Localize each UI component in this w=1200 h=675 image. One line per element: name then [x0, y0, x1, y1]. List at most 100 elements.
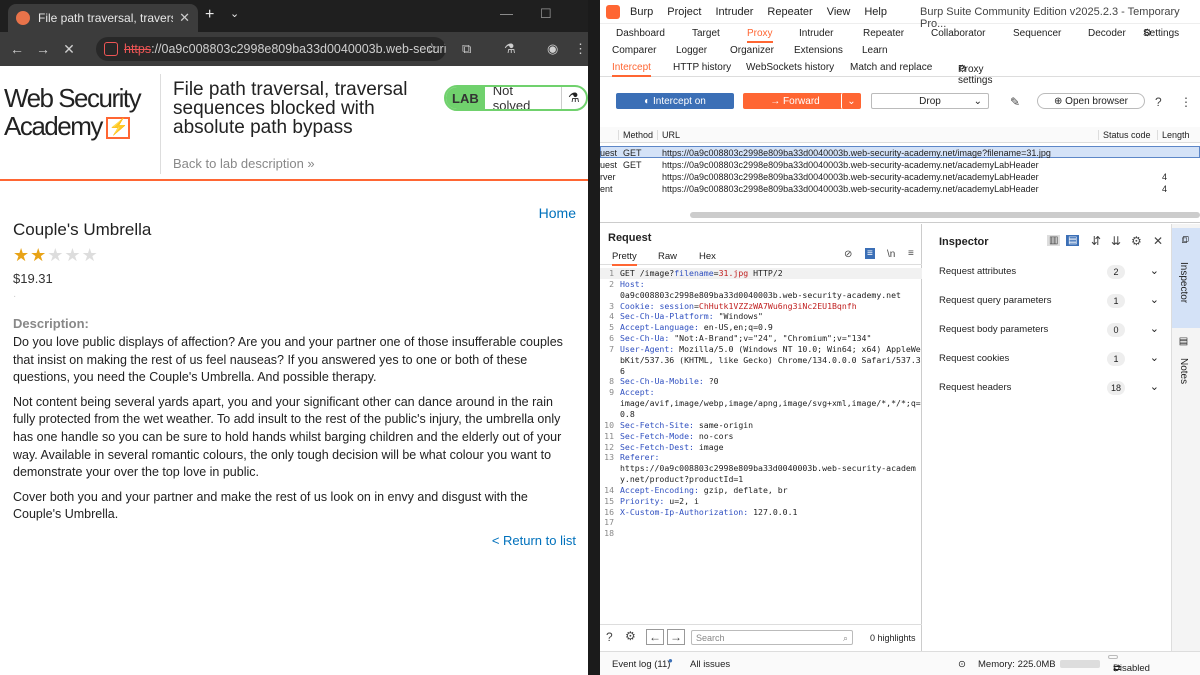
maximize-icon[interactable]: ☐: [540, 6, 552, 22]
col-length[interactable]: Length: [1157, 130, 1190, 140]
menu-view[interactable]: View: [827, 6, 851, 18]
return-to-list-link[interactable]: < Return to list: [492, 533, 576, 548]
tab-proxy[interactable]: Proxy: [747, 28, 773, 43]
disabled-toggle[interactable]: ⇄ Disabled ⌄: [1108, 655, 1150, 674]
tab-raw[interactable]: Raw: [658, 251, 677, 262]
gear-icon[interactable]: ⚙: [625, 629, 636, 643]
subtab-match-replace[interactable]: Match and replace: [850, 62, 932, 73]
tab-pretty[interactable]: Pretty: [612, 251, 637, 266]
side-tab-notes[interactable]: Notes: [1178, 358, 1189, 384]
arrow-left-icon[interactable]: ←: [646, 629, 664, 645]
layout-toggle-active-icon[interactable]: ▤: [1066, 235, 1080, 246]
line-text: Sec-Ch-Ua: "Not:A-Brand";v="24", "Chromi…: [620, 333, 922, 344]
tab-search-icon[interactable]: ⌄: [230, 7, 239, 20]
chevron-down-icon: ⌄: [1149, 265, 1159, 277]
help-icon[interactable]: ?: [1155, 95, 1162, 109]
tab-dashboard[interactable]: Dashboard: [616, 28, 665, 39]
inspector-row[interactable]: Request body parameters 0 ⌄: [939, 323, 1161, 340]
col-url[interactable]: URL: [657, 130, 680, 140]
edit-pencil-icon[interactable]: ✎: [1010, 95, 1020, 109]
intercept-toggle-button[interactable]: ◐ Intercept on: [616, 93, 734, 109]
lab-status: Not solved: [492, 85, 531, 111]
subtab-intercept[interactable]: Intercept: [612, 62, 651, 77]
code-token: Sec-Fetch-Mode:: [620, 430, 694, 441]
stop-loading-icon[interactable]: ✕: [56, 41, 82, 58]
sort-icon[interactable]: ⇵: [1091, 234, 1101, 248]
tab-logger[interactable]: Logger: [676, 45, 707, 56]
event-log-link[interactable]: Event log (11): [612, 659, 670, 670]
close-tab-icon[interactable]: ✕: [179, 10, 190, 26]
col-status-code[interactable]: Status code: [1098, 130, 1151, 140]
line-text: [620, 517, 922, 528]
table-row[interactable]: ent https://0a9c008803c2998e809ba33d0040…: [600, 183, 1200, 195]
new-tab-icon[interactable]: +: [205, 6, 214, 24]
table-row[interactable]: rver https://0a9c008803c2998e809ba33d004…: [600, 171, 1200, 183]
more-options-icon[interactable]: ⋮: [1180, 95, 1192, 109]
line-number: 7: [609, 343, 614, 354]
menu-help[interactable]: Help: [864, 6, 887, 18]
tab-sequencer[interactable]: Sequencer: [1013, 28, 1061, 39]
tab-organizer[interactable]: Organizer: [730, 45, 774, 56]
security-warning-icon[interactable]: [104, 42, 118, 56]
back-to-lab-link[interactable]: Back to lab description »: [173, 156, 315, 171]
inspector-row[interactable]: Request query parameters 1 ⌄: [939, 294, 1161, 311]
menu-intruder[interactable]: Intruder: [716, 6, 754, 18]
profile-icon[interactable]: ◉: [547, 41, 558, 57]
lab-flask-icon[interactable]: ⚗: [504, 41, 516, 57]
back-icon[interactable]: ←: [4, 41, 30, 57]
inspector-row[interactable]: Request attributes 2 ⌄: [939, 265, 1161, 282]
gear-icon[interactable]: ⚙: [1131, 234, 1142, 248]
open-browser-button[interactable]: ⊕ Open browser: [1037, 93, 1145, 109]
line-number: 16: [604, 506, 614, 517]
inspector-row[interactable]: Request cookies 1 ⌄: [939, 352, 1161, 369]
code-token: Sec-Ch-Ua-Platform:: [620, 311, 714, 322]
table-row[interactable]: uest GET https://0a9c008803c2998e809ba33…: [600, 146, 1200, 158]
tab-comparer[interactable]: Comparer: [612, 45, 656, 56]
menu-icon[interactable]: ⋮: [574, 41, 587, 57]
tab-target[interactable]: Target: [692, 28, 720, 39]
address-bar[interactable]: https://0a9c008803c2998e809ba33d0040003b…: [96, 37, 446, 61]
layout-toggle-icon[interactable]: ▥: [1047, 235, 1061, 246]
subtab-http-history[interactable]: HTTP history: [673, 62, 731, 73]
extensions-icon[interactable]: ⧉: [462, 41, 471, 57]
col-method[interactable]: Method: [618, 130, 653, 140]
split-divider[interactable]: [600, 222, 1200, 223]
bookmark-star-icon[interactable]: ☆: [425, 40, 438, 57]
menu-repeater[interactable]: Repeater: [767, 6, 812, 18]
tab-collaborator[interactable]: Collaborator: [931, 28, 985, 39]
lab-label: LAB: [446, 87, 485, 109]
filter-icon[interactable]: ⇊: [1111, 234, 1121, 248]
code-token: ?0: [703, 376, 719, 387]
request-editor[interactable]: 1 GET /image?filename=31.jpg HTTP/2 2 Host:…: [600, 268, 922, 539]
minimize-icon[interactable]: —: [500, 6, 513, 21]
tab-decoder[interactable]: Decoder: [1088, 28, 1126, 39]
tab-hex[interactable]: Hex: [699, 251, 716, 262]
close-icon[interactable]: ✕: [1153, 234, 1163, 248]
inspector-row[interactable]: Request headers 18 ⌄: [939, 381, 1161, 398]
forward-icon[interactable]: →: [30, 41, 56, 57]
arrow-right-icon[interactable]: →: [667, 629, 685, 645]
tab-extensions[interactable]: Extensions: [794, 45, 843, 56]
subtab-websockets-history[interactable]: WebSockets history: [746, 62, 834, 73]
all-issues-link[interactable]: All issues: [690, 659, 730, 670]
tab-intruder[interactable]: Intruder: [799, 28, 833, 39]
home-link[interactable]: Home: [539, 205, 576, 221]
table-row[interactable]: uest GET https://0a9c008803c2998e809ba33…: [600, 159, 1200, 171]
menu-burp[interactable]: Burp: [630, 6, 653, 18]
row-url: https://0a9c008803c2998e809ba33d0040003b…: [662, 172, 1039, 182]
code-token: X-Custom-Ip-Authorization:: [620, 506, 749, 517]
drop-button[interactable]: Drop ⌄: [871, 93, 989, 109]
double-chevron-icon: »: [307, 156, 315, 171]
menu-project[interactable]: Project: [667, 6, 701, 18]
browser-tab[interactable]: File path traversal, traversal seq ✕: [8, 4, 198, 32]
search-input[interactable]: Search ⌕: [691, 630, 853, 645]
side-tab-inspector[interactable]: Inspector: [1178, 262, 1189, 303]
help-icon[interactable]: ?: [606, 630, 613, 644]
line-text: GET /image?filename=31.jpg HTTP/2: [620, 268, 922, 279]
forward-dropdown[interactable]: ⌄: [841, 93, 861, 109]
tab-repeater[interactable]: Repeater: [863, 28, 904, 39]
forward-button[interactable]: → Forward: [743, 93, 847, 109]
code-token: "Windows": [713, 311, 763, 322]
horizontal-scrollbar[interactable]: [690, 212, 1200, 218]
tab-learn[interactable]: Learn: [862, 45, 888, 56]
